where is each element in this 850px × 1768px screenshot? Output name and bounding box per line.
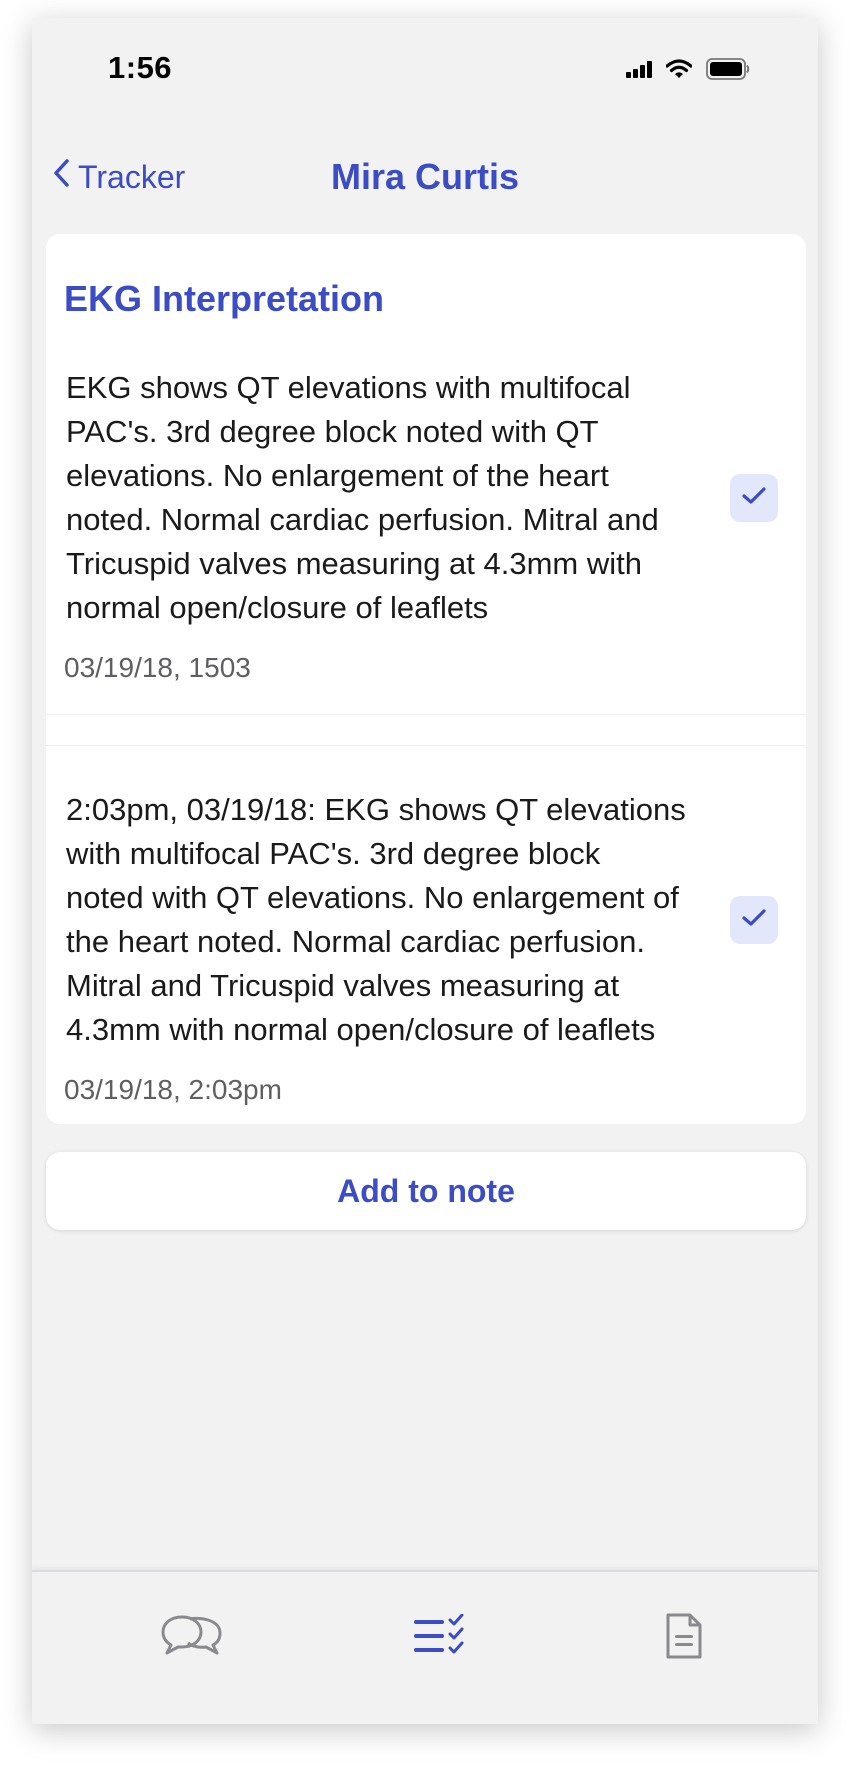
chat-bubbles-icon (160, 1613, 224, 1664)
back-button-label: Tracker (78, 158, 186, 195)
checklist-icon (412, 1613, 472, 1663)
entry-checkbox[interactable] (730, 474, 778, 522)
cellular-signal-icon (626, 60, 652, 83)
battery-icon (706, 58, 750, 85)
entry-text: EKG shows QT elevations with multifocal … (66, 370, 659, 625)
document-icon (664, 1611, 704, 1666)
tab-conversations[interactable] (152, 1608, 232, 1668)
entry-row: 2:03pm, 03/19/18: EKG shows QT elevation… (64, 788, 788, 1052)
card-heading: EKG Interpretation (64, 278, 385, 319)
list-item: EKG shows QT elevations with multifocal … (46, 320, 806, 684)
checkmark-icon (742, 908, 766, 932)
add-to-note-button[interactable]: Add to note (46, 1152, 806, 1230)
entry-timestamp: 03/19/18, 1503 (64, 652, 251, 683)
tab-checklist[interactable] (402, 1608, 482, 1668)
wifi-icon (665, 59, 693, 84)
status-time: 1:56 (108, 50, 173, 85)
navigation-bar: Tracker Mira Curtis (32, 148, 818, 228)
divider (46, 714, 806, 746)
tab-notes[interactable] (644, 1608, 724, 1668)
chevron-left-icon (52, 158, 78, 196)
entry-timestamp: 03/19/18, 2:03pm (64, 1074, 282, 1105)
back-button[interactable]: Tracker (52, 158, 185, 196)
ekg-interpretation-card: EKG Interpretation EKG shows QT elevatio… (46, 234, 806, 1124)
entry-row: EKG shows QT elevations with multifocal … (64, 366, 788, 630)
entry-checkbox[interactable] (730, 896, 778, 944)
tab-bar (32, 1570, 818, 1724)
entry-text: 2:03pm, 03/19/18: EKG shows QT elevation… (66, 792, 686, 1047)
status-bar: 1:56 (32, 18, 818, 118)
list-item: 2:03pm, 03/19/18: EKG shows QT elevation… (46, 746, 806, 1124)
checkmark-icon (742, 486, 766, 510)
status-icons (626, 58, 750, 85)
phone-screen: 1:56 Tracker Mira Curtis EKG Interpretat… (32, 18, 818, 1724)
